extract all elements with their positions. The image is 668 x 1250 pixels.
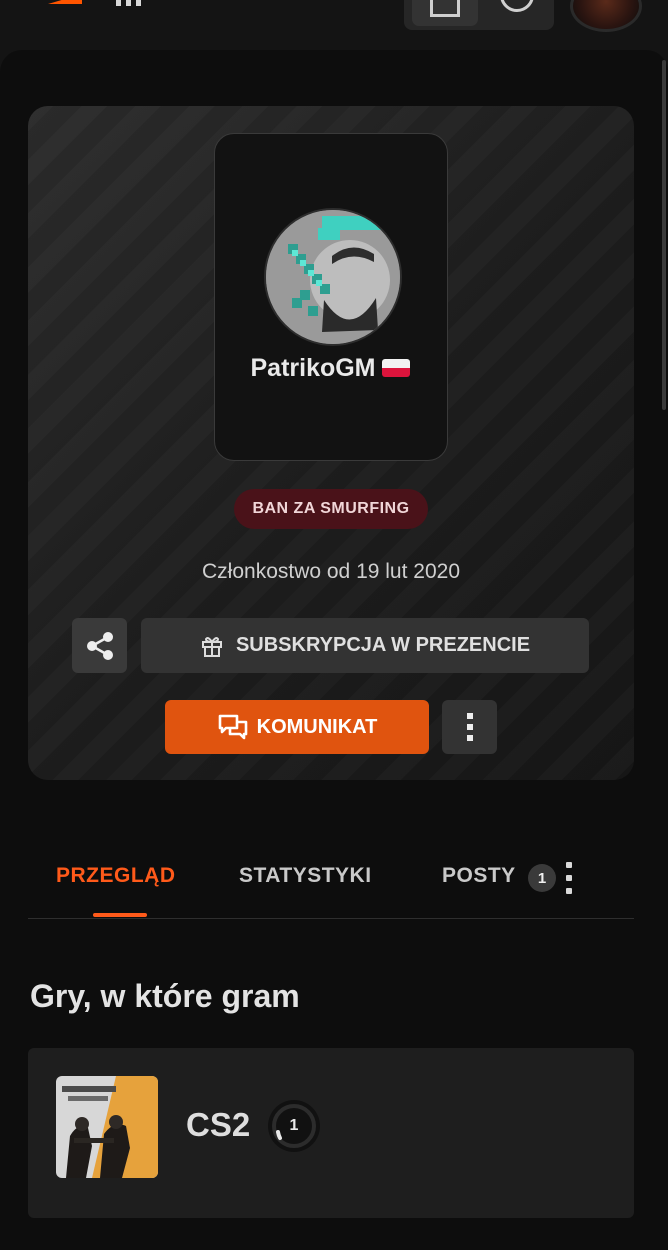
message-button[interactable]: KOMUNIKAT [165,700,429,754]
kebab-menu-icon [466,713,473,741]
member-since: Członkostwo od 19 lut 2020 [202,560,460,583]
tab-statistics[interactable]: STATYSTYKI [239,864,372,888]
scrollbar[interactable] [662,60,666,410]
top-button-group [404,0,554,30]
circle-icon [500,0,534,12]
status-badge: BAN ZA SMURFING [234,489,428,529]
user-avatar[interactable] [570,0,642,32]
profile-avatar [264,208,402,346]
game-name: CS2 [186,1106,251,1143]
inbox-icon [430,0,460,17]
message-icon [218,714,247,740]
menu-icon[interactable] [116,0,144,6]
notifications-button[interactable] [412,0,478,26]
message-button-label: KOMUNIKAT [256,715,378,738]
poland-flag-icon [381,359,410,377]
gift-subscription-button[interactable]: SUBSKRYPCJA W PREZENCIE [141,618,589,673]
more-options-button[interactable] [442,700,497,754]
share-button[interactable] [72,618,127,673]
gift-icon [201,636,222,657]
cs2-game-thumbnail [56,1076,158,1178]
posts-count-badge: 1 [528,864,556,892]
top-bar [0,0,668,40]
skill-level-value: 1 [289,1117,299,1134]
games-section-title: Gry, w które gram [30,978,300,1014]
username: PatrikoGM [250,353,376,382]
share-icon [86,631,113,660]
gift-button-label: SUBSKRYPCJA W PREZENCIE [235,634,531,656]
tabs-more-icon[interactable] [562,862,576,894]
tab-overview[interactable]: PRZEGLĄD [56,864,176,888]
username-row: PatrikoGM [214,350,446,386]
logo[interactable] [48,0,82,4]
active-tab-indicator [93,913,147,917]
tab-posts[interactable]: POSTY [442,864,516,888]
